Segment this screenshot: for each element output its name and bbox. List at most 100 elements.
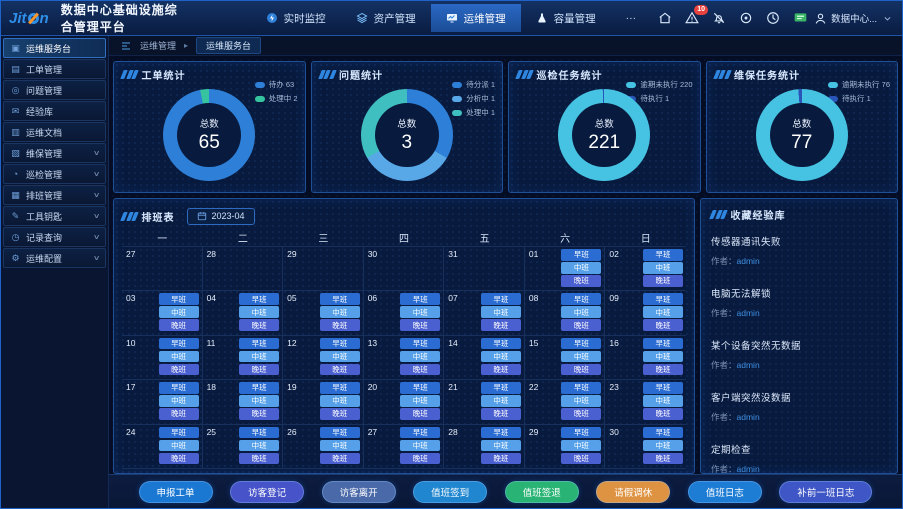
nav-item[interactable]: ···: [611, 4, 652, 32]
shift-button-middle[interactable]: 中班: [643, 395, 683, 407]
toolbar-button[interactable]: 值班签退: [505, 481, 579, 503]
shift-button-middle[interactable]: 中班: [159, 440, 199, 452]
shift-button-morning[interactable]: 早班: [239, 427, 279, 439]
shift-button-morning[interactable]: 早班: [239, 382, 279, 394]
shift-button-night[interactable]: 晚班: [481, 453, 521, 465]
shift-button-middle[interactable]: 中班: [481, 395, 521, 407]
shift-button-middle[interactable]: 中班: [481, 351, 521, 363]
shift-button-night[interactable]: 晚班: [239, 453, 279, 465]
shift-button-middle[interactable]: 中班: [159, 306, 199, 318]
shift-button-morning[interactable]: 早班: [481, 427, 521, 439]
breadcrumb-parent[interactable]: 运维管理: [140, 39, 176, 52]
legend-item[interactable]: 待办 63: [255, 79, 294, 90]
knowledge-item[interactable]: 电脑无法解锁 作者：admin: [711, 286, 887, 319]
toolbar-button[interactable]: 访客登记: [230, 481, 304, 503]
shift-button-middle[interactable]: 中班: [561, 262, 601, 274]
shift-button-night[interactable]: 晚班: [400, 364, 440, 376]
legend-item[interactable]: 待分派 1: [452, 79, 495, 90]
nav-item[interactable]: 运维管理: [431, 4, 521, 32]
shift-button-middle[interactable]: 中班: [643, 351, 683, 363]
sidebar-item[interactable]: ✉经验库: [3, 101, 106, 121]
shift-button-middle[interactable]: 中班: [400, 351, 440, 363]
shift-button-morning[interactable]: 早班: [320, 382, 360, 394]
knowledge-item[interactable]: 定期检查 作者：admin: [711, 442, 887, 474]
target-icon[interactable]: [738, 10, 754, 26]
shift-button-morning[interactable]: 早班: [320, 293, 360, 305]
home-icon[interactable]: [657, 10, 673, 26]
shift-button-morning[interactable]: 早班: [643, 293, 683, 305]
toolbar-button[interactable]: 补前一班日志: [779, 481, 872, 503]
legend-item[interactable]: 处理中 1: [452, 107, 495, 118]
shift-button-night[interactable]: 晚班: [643, 275, 683, 287]
shift-button-morning[interactable]: 早班: [159, 382, 199, 394]
clock-icon[interactable]: [765, 10, 781, 26]
shift-button-morning[interactable]: 早班: [159, 338, 199, 350]
shift-button-middle[interactable]: 中班: [159, 351, 199, 363]
knowledge-item[interactable]: 传感器通讯失败 作者：admin: [711, 234, 887, 267]
shift-button-middle[interactable]: 中班: [561, 395, 601, 407]
sidebar-item[interactable]: ◷记录查询∨: [3, 227, 106, 247]
shift-button-morning[interactable]: 早班: [561, 293, 601, 305]
shift-button-middle[interactable]: 中班: [320, 306, 360, 318]
bell-off-icon[interactable]: [711, 10, 727, 26]
toolbar-button[interactable]: 值班日志: [688, 481, 762, 503]
shift-button-night[interactable]: 晚班: [561, 453, 601, 465]
shift-button-morning[interactable]: 早班: [320, 338, 360, 350]
shift-button-morning[interactable]: 早班: [239, 293, 279, 305]
shift-button-middle[interactable]: 中班: [481, 440, 521, 452]
shift-button-night[interactable]: 晚班: [643, 408, 683, 420]
shift-button-morning[interactable]: 早班: [400, 338, 440, 350]
sidebar-item[interactable]: ▦排班管理∨: [3, 185, 106, 205]
shift-button-night[interactable]: 晚班: [320, 408, 360, 420]
shift-button-middle[interactable]: 中班: [239, 395, 279, 407]
shift-button-middle[interactable]: 中班: [561, 351, 601, 363]
knowledge-item[interactable]: 某个设备突然无数据 作者：admin: [711, 338, 887, 371]
shift-button-middle[interactable]: 中班: [400, 306, 440, 318]
shift-button-middle[interactable]: 中班: [239, 440, 279, 452]
shift-button-night[interactable]: 晚班: [159, 453, 199, 465]
nav-item[interactable]: 资产管理: [341, 4, 431, 32]
shift-button-morning[interactable]: 早班: [159, 293, 199, 305]
user-menu[interactable]: 数据中心...: [814, 11, 894, 25]
sidebar-collapse-icon[interactable]: [119, 39, 132, 52]
shift-button-morning[interactable]: 早班: [643, 338, 683, 350]
sidebar-item[interactable]: ▧维保管理∨: [3, 143, 106, 163]
shift-button-morning[interactable]: 早班: [320, 427, 360, 439]
toolbar-button[interactable]: 申报工单: [139, 481, 213, 503]
shift-button-night[interactable]: 晚班: [400, 408, 440, 420]
shift-button-morning[interactable]: 早班: [561, 427, 601, 439]
sidebar-item[interactable]: ▣运维服务台: [3, 38, 106, 58]
shift-button-middle[interactable]: 中班: [561, 306, 601, 318]
shift-button-night[interactable]: 晚班: [481, 408, 521, 420]
shift-button-morning[interactable]: 早班: [561, 338, 601, 350]
sidebar-item[interactable]: ◎问题管理: [3, 80, 106, 100]
shift-button-night[interactable]: 晚班: [320, 319, 360, 331]
shift-button-morning[interactable]: 早班: [643, 382, 683, 394]
shift-button-morning[interactable]: 早班: [400, 427, 440, 439]
sidebar-item[interactable]: ▤工单管理: [3, 59, 106, 79]
shift-button-morning[interactable]: 早班: [561, 249, 601, 261]
screen-icon[interactable]: [792, 10, 808, 26]
toolbar-button[interactable]: 请假调休: [596, 481, 670, 503]
sidebar-item[interactable]: ◔巡检管理∨: [3, 164, 106, 184]
shift-button-morning[interactable]: 早班: [481, 293, 521, 305]
shift-button-middle[interactable]: 中班: [320, 351, 360, 363]
shift-button-night[interactable]: 晚班: [159, 408, 199, 420]
shift-button-night[interactable]: 晚班: [481, 364, 521, 376]
shift-button-morning[interactable]: 早班: [643, 249, 683, 261]
shift-button-morning[interactable]: 早班: [481, 382, 521, 394]
shift-button-middle[interactable]: 中班: [320, 395, 360, 407]
shift-button-night[interactable]: 晚班: [400, 319, 440, 331]
shift-button-night[interactable]: 晚班: [561, 275, 601, 287]
nav-item[interactable]: 容量管理: [521, 4, 611, 32]
shift-button-night[interactable]: 晚班: [159, 364, 199, 376]
shift-button-night[interactable]: 晚班: [561, 364, 601, 376]
alert-icon[interactable]: 10: [684, 10, 700, 26]
shift-button-middle[interactable]: 中班: [159, 395, 199, 407]
shift-button-middle[interactable]: 中班: [561, 440, 601, 452]
shift-button-night[interactable]: 晚班: [643, 319, 683, 331]
shift-button-night[interactable]: 晚班: [239, 408, 279, 420]
toolbar-button[interactable]: 访客离开: [322, 481, 396, 503]
knowledge-item[interactable]: 客户端突然没数据 作者：admin: [711, 390, 887, 423]
shift-button-night[interactable]: 晚班: [159, 319, 199, 331]
